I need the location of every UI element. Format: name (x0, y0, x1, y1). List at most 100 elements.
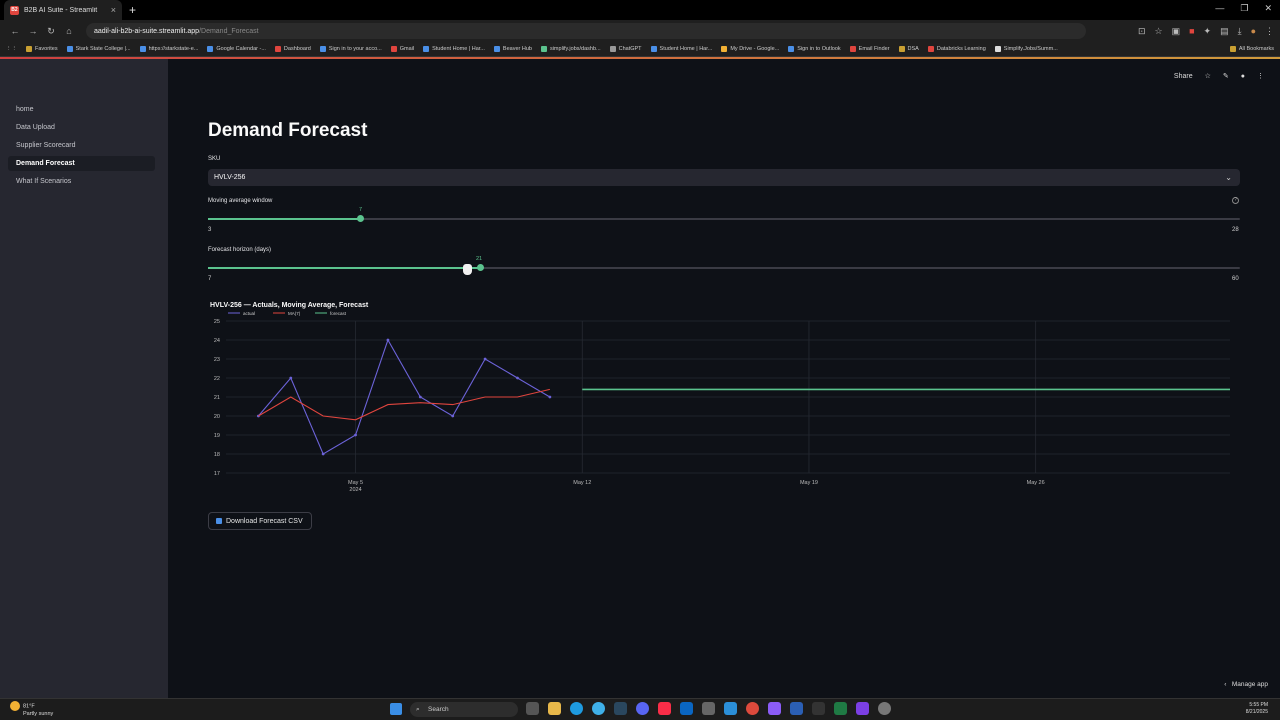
bookmark-6[interactable]: Gmail (390, 46, 414, 52)
window-controls: — ❐ ✕ (1215, 3, 1272, 14)
forward-icon[interactable]: → (24, 26, 42, 36)
weather-widget[interactable]: 81°F Partly sunny (10, 701, 53, 718)
terminal-icon[interactable] (812, 702, 825, 715)
y-tick-label: 22 (214, 376, 220, 382)
extension-red-icon[interactable]: ■ (1189, 26, 1194, 37)
actual-point (289, 376, 293, 380)
search-icon: ⌕ (416, 706, 420, 713)
bookmark-10[interactable]: ChatGPT (609, 46, 642, 52)
x-tick-label: May 12 (573, 480, 591, 486)
chart-x-ticks: May 52024 May 12 May 19 May 26 (348, 480, 1045, 493)
toolbar-icons: ⊡ ☆ ▣ ■ ✦ ▤ ⤓ ● ⋮ (1138, 26, 1274, 37)
y-tick-label: 23 (214, 357, 220, 363)
bookmark-16[interactable]: Databricks Learning (927, 46, 986, 52)
legend-label: MA(7) (288, 311, 301, 316)
windows-start-icon[interactable] (390, 703, 402, 715)
new-tab-icon[interactable]: + (129, 3, 136, 17)
chart-title: HVLV-256 — Actuals, Moving Average, Fore… (210, 302, 369, 309)
help-icon[interactable]: ? (1232, 197, 1239, 204)
link-icon (540, 46, 547, 52)
weather-sun-icon (10, 701, 20, 711)
all-bookmarks[interactable]: All Bookmarks (1229, 46, 1274, 52)
bookmark-7[interactable]: Student Home | Har... (423, 46, 485, 52)
tools-icon[interactable] (702, 702, 715, 715)
task-view-icon[interactable] (526, 702, 539, 715)
apps-icon[interactable]: ⋮⋮ (6, 46, 17, 52)
profile-icon[interactable]: ● (1251, 26, 1256, 37)
visual-studio-icon[interactable] (856, 702, 869, 715)
close-window-icon[interactable]: ✕ (1264, 3, 1272, 14)
bookmark-3[interactable]: Google Calendar -... (207, 46, 266, 52)
bookmark-15[interactable]: DSA (898, 46, 919, 52)
sidebar-item-demand-forecast[interactable]: Demand Forecast (8, 156, 155, 171)
manage-app-label: Manage app (1231, 681, 1268, 688)
file-explorer-icon[interactable] (548, 702, 561, 715)
bookmark-11[interactable]: Student Home | Har... (650, 46, 712, 52)
bookmark-9[interactable]: simplify.jobs/dashb... (540, 46, 601, 52)
restore-icon[interactable]: ❐ (1240, 3, 1248, 14)
vscode-icon[interactable] (724, 702, 737, 715)
home-icon[interactable]: ⌂ (60, 26, 78, 36)
windows-taskbar: 81°F Partly sunny ⌕ Search 5:55 PM 8/21/… (0, 698, 1280, 720)
download-csv-button[interactable]: Download Forecast CSV (208, 512, 312, 530)
chrome-icon[interactable] (746, 702, 759, 715)
address-bar[interactable]: aadil-ali-b2b-ai-suite.streamlit.app/Dem… (86, 23, 1086, 39)
sidepanel-icon[interactable]: ▤ (1220, 26, 1229, 37)
menu-icon[interactable]: ⋮ (1265, 26, 1274, 37)
link-icon (493, 46, 500, 52)
minimize-icon[interactable]: — (1215, 3, 1224, 14)
bookmark-14[interactable]: Email Finder (849, 46, 890, 52)
copilot-icon[interactable] (768, 702, 781, 715)
sidebar-item-data-upload[interactable]: Data Upload (8, 120, 155, 135)
ma-slider-thumb[interactable] (357, 215, 364, 222)
taskbar-apps (526, 702, 900, 715)
databricks-icon (927, 46, 934, 52)
sidebar-item-what-if-scenarios[interactable]: What If Scenarios (8, 174, 155, 189)
sku-select[interactable]: HVLV-256 ⌄ (208, 169, 1240, 186)
bookmark-17[interactable]: Simplify.Jobs/Summ... (994, 46, 1058, 52)
legend-label: actual (243, 311, 255, 316)
back-icon[interactable]: ← (6, 26, 24, 36)
outlook-icon[interactable] (680, 702, 693, 715)
reload-icon[interactable]: ↻ (42, 26, 60, 37)
puzzle-icon[interactable]: ✦ (1204, 26, 1212, 37)
browser-toolbar: ← → ↻ ⌂ aadil-ali-b2b-ai-suite.streamlit… (0, 20, 1280, 42)
close-tab-icon[interactable]: × (111, 5, 116, 15)
install-icon[interactable]: ⊡ (1138, 26, 1146, 37)
steam-icon[interactable] (614, 702, 627, 715)
discord-icon[interactable] (636, 702, 649, 715)
word-icon[interactable] (790, 702, 803, 715)
bookmark-0[interactable]: Favorites (26, 46, 58, 52)
settings-icon[interactable] (878, 702, 891, 715)
bookmark-4[interactable]: Dashboard (274, 46, 311, 52)
dashboard-icon (274, 46, 281, 52)
bookmark-13[interactable]: Sign in to Outlook (788, 46, 841, 52)
download-icon[interactable]: ⤓ (1238, 26, 1242, 37)
edge-icon[interactable] (570, 702, 583, 715)
browser-tab[interactable]: B2 B2B AI Suite - Streamlit × (4, 0, 122, 20)
link-icon (139, 46, 146, 52)
manage-app-button[interactable]: ‹ Manage app (1224, 681, 1268, 688)
bookmark-1[interactable]: Stark State College |... (66, 46, 131, 52)
url-path: /Demand_Forecast (199, 27, 259, 35)
bookmarks-bar: ⋮⋮ Favorites Stark State College |... ht… (0, 42, 1280, 57)
star-icon[interactable]: ☆ (1154, 26, 1162, 37)
system-clock[interactable]: 5:55 PM 8/21/2025 (1246, 702, 1268, 716)
horizon-slider-fill (208, 267, 481, 269)
sidebar-item-home[interactable]: home (8, 102, 155, 117)
bookmark-2[interactable]: https://starkstate-e... (139, 46, 198, 52)
ma-slider-fill (208, 218, 361, 220)
excel-icon[interactable] (834, 702, 847, 715)
horizon-slider-thumb[interactable] (477, 264, 484, 271)
bookmark-8[interactable]: Beaver Hub (493, 46, 532, 52)
sidebar-item-supplier-scorecard[interactable]: Supplier Scorecard (8, 138, 155, 153)
bookmark-5[interactable]: Sign in to your acco... (319, 46, 382, 52)
music-icon[interactable] (658, 702, 671, 715)
gmail-icon (390, 46, 397, 52)
y-tick-label: 20 (214, 414, 220, 420)
sidebar: home Data Upload Supplier Scorecard Dema… (0, 59, 168, 698)
extension-icon[interactable]: ▣ (1172, 26, 1181, 37)
edge-dev-icon[interactable] (592, 702, 605, 715)
bookmark-12[interactable]: My Drive - Google... (721, 46, 779, 52)
taskbar-search[interactable]: ⌕ Search (410, 702, 518, 717)
